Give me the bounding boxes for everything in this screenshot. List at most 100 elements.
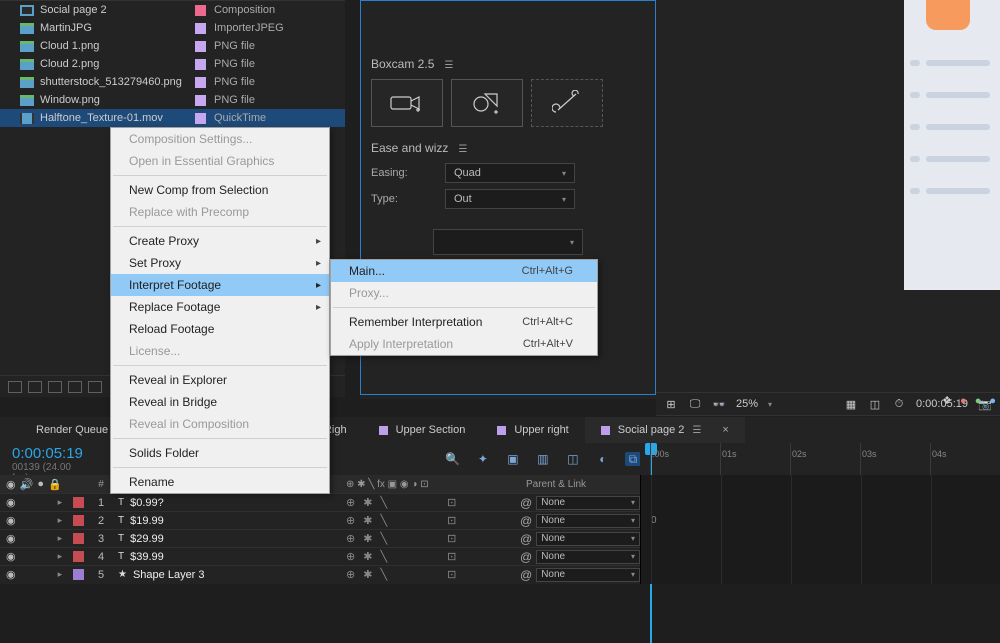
- time-icon[interactable]: ⏱: [892, 398, 906, 410]
- display-icon[interactable]: 🖵: [688, 398, 702, 410]
- label-color[interactable]: [73, 551, 84, 562]
- menu-item[interactable]: Solids Folder: [111, 442, 329, 464]
- red-channel-icon[interactable]: ●: [960, 395, 967, 407]
- unnamed-select[interactable]: ▾: [433, 229, 583, 255]
- twirl-icon[interactable]: ▸: [58, 551, 63, 562]
- easing-select[interactable]: Out▾: [445, 189, 575, 209]
- interpret-footage-submenu[interactable]: Main...Ctrl+Alt+GProxy...Remember Interp…: [330, 259, 598, 356]
- delete-icon[interactable]: [88, 381, 102, 393]
- close-icon[interactable]: ×: [722, 424, 728, 436]
- video-toggle-icon[interactable]: ◉: [6, 532, 16, 545]
- show-channel-icon[interactable]: ❖: [942, 394, 952, 407]
- frame-blend-icon[interactable]: ◫: [565, 452, 581, 466]
- project-item[interactable]: Window.png PNG file: [0, 91, 345, 109]
- shy-icon[interactable]: ⊕: [346, 550, 355, 563]
- menu-item[interactable]: Set Proxy: [111, 252, 329, 274]
- video-toggle-icon[interactable]: ◉: [6, 514, 16, 527]
- menu-item[interactable]: Reveal in Bridge: [111, 391, 329, 413]
- panel-menu-icon[interactable]: [444, 57, 458, 71]
- layer-row[interactable]: ◉▸ 4 T$39.99 ⊕✱╲⊡ @None▾: [0, 547, 640, 565]
- label-color[interactable]: [73, 497, 84, 508]
- pickwhip-icon[interactable]: @: [520, 496, 532, 510]
- menu-item[interactable]: Rename: [111, 471, 329, 493]
- blue-channel-icon[interactable]: ●: [989, 395, 996, 407]
- layer-row[interactable]: ◉▸ 3 T$29.99 ⊕✱╲⊡ @None▾: [0, 529, 640, 547]
- label-color[interactable]: [73, 569, 84, 580]
- menu-item[interactable]: Remember InterpretationCtrl+Alt+C: [331, 311, 597, 333]
- project-item[interactable]: MartinJPG ImporterJPEG: [0, 19, 345, 37]
- shy-icon[interactable]: ⊕: [346, 514, 355, 527]
- parent-select[interactable]: None▾: [536, 496, 640, 510]
- twirl-icon[interactable]: ▸: [58, 515, 63, 526]
- layer-row[interactable]: ◉▸ 1 T$0.99? ⊕✱╲⊡ @None▾: [0, 493, 640, 511]
- bpc-icon[interactable]: [68, 381, 82, 393]
- context-menu[interactable]: Composition Settings...Open in Essential…: [110, 127, 330, 494]
- collapse-icon[interactable]: ✱: [363, 514, 372, 527]
- layer-row[interactable]: ◉▸ 2 T$19.99 ⊕✱╲⊡ @None▾: [0, 511, 640, 529]
- graph-editor-icon[interactable]: ⧉: [625, 452, 641, 466]
- lock-column-icon[interactable]: 🔒: [48, 478, 62, 491]
- time-ruler[interactable]: :00s01s02s03s04s: [640, 443, 1000, 475]
- label-color[interactable]: [73, 533, 84, 544]
- video-toggle-icon[interactable]: ◉: [6, 550, 16, 563]
- menu-item[interactable]: Replace Footage: [111, 296, 329, 318]
- video-toggle-icon[interactable]: ◉: [6, 568, 16, 581]
- quality-icon[interactable]: ╲: [380, 550, 387, 563]
- pickwhip-icon[interactable]: @: [520, 550, 532, 564]
- panel-menu-icon[interactable]: [692, 424, 706, 436]
- parent-select[interactable]: None▾: [536, 550, 640, 564]
- motion-blur-icon[interactable]: ◐: [595, 452, 611, 466]
- menu-item[interactable]: Reload Footage: [111, 318, 329, 340]
- lock3d-icon[interactable]: ⊡: [447, 514, 456, 527]
- magnify-icon[interactable]: ⊞: [664, 398, 678, 410]
- project-item[interactable]: shutterstock_513279460.png PNG file: [0, 73, 345, 91]
- project-item[interactable]: Cloud 2.png PNG file: [0, 55, 345, 73]
- boxcam-camera-button[interactable]: [371, 79, 443, 127]
- track-area[interactable]: 0: [640, 475, 1000, 584]
- menu-item[interactable]: New Comp from Selection: [111, 179, 329, 201]
- vr-icon[interactable]: 👓: [712, 398, 726, 410]
- timeline-tab[interactable]: Upper Section: [363, 417, 482, 443]
- quality-icon[interactable]: ╲: [380, 496, 387, 509]
- new-comp-icon[interactable]: [48, 381, 62, 393]
- menu-item[interactable]: Main...Ctrl+Alt+G: [331, 260, 597, 282]
- grid-icon[interactable]: ▦: [844, 398, 858, 410]
- shy-icon[interactable]: ⊕: [346, 532, 355, 545]
- lock3d-icon[interactable]: ⊡: [447, 568, 456, 581]
- layer-row[interactable]: ◉▸ 5 ★Shape Layer 3 ⊕✱╲⊡ @None▾: [0, 565, 640, 583]
- search-icon[interactable]: 🔍: [445, 452, 461, 466]
- comp-mini-icon[interactable]: ✦: [475, 452, 491, 466]
- quality-icon[interactable]: ╲: [380, 568, 387, 581]
- menu-item[interactable]: Reveal in Explorer: [111, 369, 329, 391]
- current-timecode[interactable]: 0:00:05:19: [12, 445, 83, 462]
- new-folder-icon[interactable]: [28, 381, 42, 393]
- boxcam-shape-button[interactable]: [451, 79, 523, 127]
- interpret-footage-icon[interactable]: [8, 381, 22, 393]
- menu-item[interactable]: Create Proxy: [111, 230, 329, 252]
- shy-icon[interactable]: ⊕: [346, 496, 355, 509]
- collapse-icon[interactable]: ✱: [363, 568, 372, 581]
- label-color[interactable]: [73, 515, 84, 526]
- quality-icon[interactable]: ╲: [380, 532, 387, 545]
- quality-icon[interactable]: ╲: [380, 514, 387, 527]
- menu-item[interactable]: Interpret Footage: [111, 274, 329, 296]
- audio-column-icon[interactable]: 🔊: [20, 478, 34, 491]
- lock3d-icon[interactable]: ⊡: [447, 496, 456, 509]
- green-channel-icon[interactable]: ●: [975, 395, 982, 407]
- mask-icon[interactable]: ◫: [868, 398, 882, 410]
- pickwhip-icon[interactable]: @: [520, 568, 532, 582]
- project-item[interactable]: Halftone_Texture-01.mov QuickTime: [0, 109, 345, 127]
- easing-select[interactable]: Quad▾: [445, 163, 575, 183]
- project-item[interactable]: Cloud 1.png PNG file: [0, 37, 345, 55]
- project-item[interactable]: Social page 2 Composition: [0, 1, 345, 19]
- parent-select[interactable]: None▾: [536, 532, 640, 546]
- twirl-icon[interactable]: ▸: [58, 569, 63, 580]
- parent-select[interactable]: None▾: [536, 568, 640, 582]
- solo-column-icon[interactable]: ●: [37, 478, 44, 491]
- boxcam-settings-button[interactable]: [531, 79, 603, 127]
- video-column-icon[interactable]: ◉: [6, 478, 16, 491]
- shy-icon[interactable]: ▥: [535, 452, 551, 466]
- video-toggle-icon[interactable]: ◉: [6, 496, 16, 509]
- parent-select[interactable]: None▾: [536, 514, 640, 528]
- collapse-icon[interactable]: ✱: [363, 532, 372, 545]
